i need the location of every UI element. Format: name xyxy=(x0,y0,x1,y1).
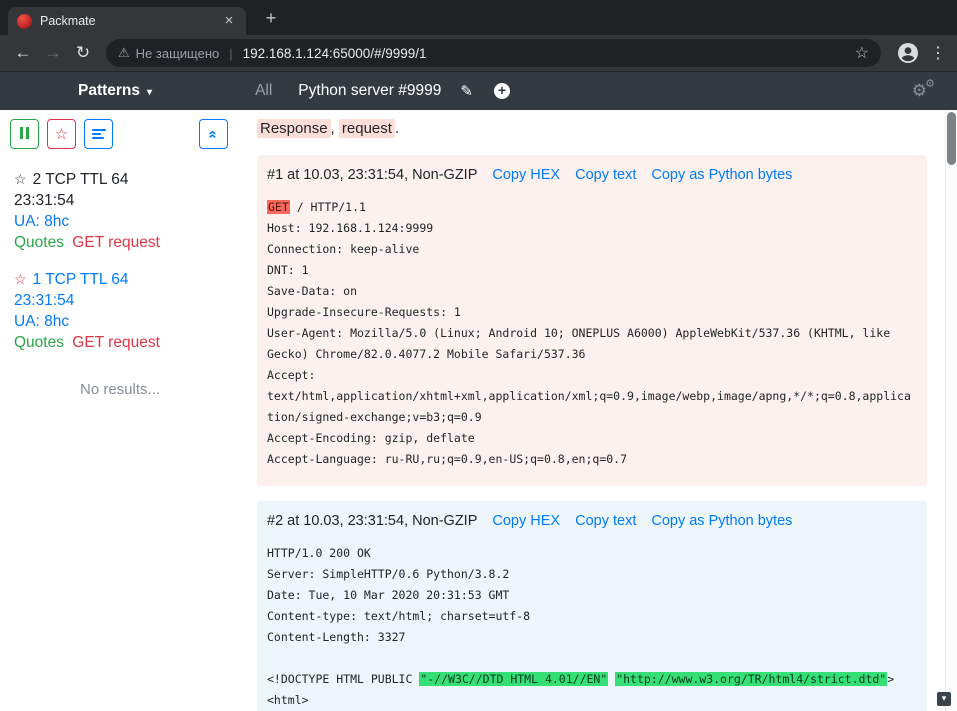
app-navbar: Patterns ▾ All Python server #9999 ✎ + ⚙… xyxy=(0,71,957,110)
bookmark-star-icon[interactable]: ☆ xyxy=(855,43,869,63)
stream-pattern-tags: Quotes GET request xyxy=(14,332,230,353)
url-text[interactable]: 192.168.1.124:65000/#/9999/1 xyxy=(243,46,849,61)
browser-toolbar: ← → ↻ ⚠ Не защищено | 192.168.1.124:6500… xyxy=(0,35,957,71)
pattern-match-green: "-//W3C//DTD HTML 4.01//EN" xyxy=(419,672,608,686)
star-icon: ☆ xyxy=(55,125,68,143)
text-segment: , xyxy=(331,120,339,137)
scrollbar-thumb[interactable] xyxy=(947,112,956,165)
gear-small-icon: ⚙ xyxy=(925,77,935,90)
packmate-favicon-icon xyxy=(17,14,32,29)
stream-item-current[interactable]: ☆ 2 TCP TTL 64 23:31:54 UA: 8hc Quotes G… xyxy=(14,169,230,253)
text-segment: . xyxy=(395,120,399,137)
pattern-match-pink: request xyxy=(339,119,395,138)
security-status-text: Не защищено xyxy=(136,46,220,61)
stream-list: ☆ 2 TCP TTL 64 23:31:54 UA: 8hc Quotes G… xyxy=(0,169,240,398)
page-scrollbar[interactable] xyxy=(945,110,957,711)
browser-tab-strip: Packmate × + xyxy=(0,0,957,35)
list-view-button[interactable] xyxy=(84,119,113,149)
browser-tab[interactable]: Packmate × xyxy=(8,7,246,35)
stream-title: 2 TCP TTL 64 xyxy=(33,169,129,190)
copy-hex-link[interactable]: Copy HEX xyxy=(492,167,560,183)
pattern-tag-quotes: Quotes xyxy=(14,334,64,351)
packet-header: #2 at 10.03, 23:31:54, Non-GZIP Copy HEX… xyxy=(267,513,917,529)
favorite-star-icon[interactable]: ☆ xyxy=(14,169,27,190)
pattern-match-red: GET xyxy=(267,200,290,214)
add-service-icon[interactable]: + xyxy=(494,83,510,99)
copy-python-bytes-link[interactable]: Copy as Python bytes xyxy=(651,513,792,529)
packet-header: #1 at 10.03, 23:31:54, Non-GZIP Copy HEX… xyxy=(267,167,917,183)
stream-item[interactable]: ☆ 1 TCP TTL 64 23:31:54 UA: 8hc Quotes G… xyxy=(14,269,230,353)
stream-time: 23:31:54 xyxy=(14,290,230,311)
stream-sidebar: ☆ « ☆ 2 TCP TTL 64 23:31:54 UA: 8hc Quot… xyxy=(0,110,240,711)
pattern-tag-get-request: GET request xyxy=(72,234,160,251)
back-icon[interactable]: ← xyxy=(8,39,38,67)
packet-payload: HTTP/1.0 200 OK Server: SimpleHTTP/0.6 P… xyxy=(267,543,917,711)
no-results-text: No results... xyxy=(14,381,230,398)
packet-id: #2 at 10.03, 23:31:54, Non-GZIP xyxy=(267,513,477,529)
pattern-match-green: "http://www.w3.org/TR/html4/strict.dtd" xyxy=(615,672,887,686)
person-icon xyxy=(896,41,920,65)
reload-icon[interactable]: ↻ xyxy=(68,39,98,67)
browser-menu-icon[interactable]: ⋮ xyxy=(927,43,949,63)
scroll-to-bottom-button[interactable]: ▾ xyxy=(937,692,951,706)
service-tabs: All Python server #9999 ✎ + xyxy=(242,82,510,100)
patterns-label: Patterns xyxy=(78,82,140,100)
new-tab-button[interactable]: + xyxy=(258,6,284,32)
packet-card-response: #2 at 10.03, 23:31:54, Non-GZIP Copy HEX… xyxy=(257,501,927,711)
packet-id: #1 at 10.03, 23:31:54, Non-GZIP xyxy=(267,167,477,183)
stream-user-agent[interactable]: UA: 8hc xyxy=(14,211,230,232)
patterns-dropdown[interactable]: Patterns ▾ xyxy=(78,82,152,100)
favorites-filter-button[interactable]: ☆ xyxy=(47,119,76,149)
tab-python-server[interactable]: Python server #9999 xyxy=(285,82,454,100)
forward-icon[interactable]: → xyxy=(38,39,68,67)
text-segment: / HTTP/1.1 Host: 192.168.1.124:9999 Conn… xyxy=(267,200,911,466)
pause-capture-button[interactable] xyxy=(10,119,39,149)
stream-title: 1 TCP TTL 64 xyxy=(33,269,129,290)
double-chevron-up-icon: « xyxy=(205,130,222,138)
tab-all-services[interactable]: All xyxy=(242,82,285,100)
copy-python-bytes-link[interactable]: Copy as Python bytes xyxy=(651,167,792,183)
pattern-tag-quotes: Quotes xyxy=(14,234,64,251)
copy-text-link[interactable]: Copy text xyxy=(575,167,636,183)
omnibox-separator: | xyxy=(229,46,232,61)
list-icon xyxy=(92,127,106,141)
copy-text-link[interactable]: Copy text xyxy=(575,513,636,529)
packet-view: Response, request. #1 at 10.03, 23:31:54… xyxy=(240,110,957,711)
pattern-tag-get-request: GET request xyxy=(72,334,160,351)
caret-down-icon: ▾ xyxy=(147,87,152,98)
settings-gears-icon[interactable]: ⚙⚙ xyxy=(912,81,927,101)
sidebar-controls: ☆ « xyxy=(0,119,240,149)
edit-service-pencil-icon[interactable]: ✎ xyxy=(460,82,473,100)
matched-patterns-legend: Response, request. xyxy=(257,118,927,140)
not-secure-warning-icon[interactable]: ⚠ xyxy=(118,45,130,61)
favorite-star-icon[interactable]: ☆ xyxy=(14,269,27,290)
collapse-panel-button[interactable]: « xyxy=(199,119,228,149)
packet-card-request: #1 at 10.03, 23:31:54, Non-GZIP Copy HEX… xyxy=(257,155,927,486)
tab-close-icon[interactable]: × xyxy=(221,13,237,29)
pattern-match-pink: Response xyxy=(257,119,331,138)
stream-user-agent[interactable]: UA: 8hc xyxy=(14,311,230,332)
copy-hex-link[interactable]: Copy HEX xyxy=(492,513,560,529)
stream-pattern-tags: Quotes GET request xyxy=(14,232,230,253)
pause-icon xyxy=(19,127,31,142)
tab-title: Packmate xyxy=(40,14,213,28)
address-bar[interactable]: ⚠ Не защищено | 192.168.1.124:65000/#/99… xyxy=(106,39,881,67)
content-area: ☆ « ☆ 2 TCP TTL 64 23:31:54 UA: 8hc Quot… xyxy=(0,110,957,711)
profile-avatar[interactable] xyxy=(895,40,921,66)
text-segment: HTTP/1.0 200 OK Server: SimpleHTTP/0.6 P… xyxy=(267,546,530,686)
stream-time: 23:31:54 xyxy=(14,190,230,211)
packet-payload: GET / HTTP/1.1 Host: 192.168.1.124:9999 … xyxy=(267,197,917,470)
